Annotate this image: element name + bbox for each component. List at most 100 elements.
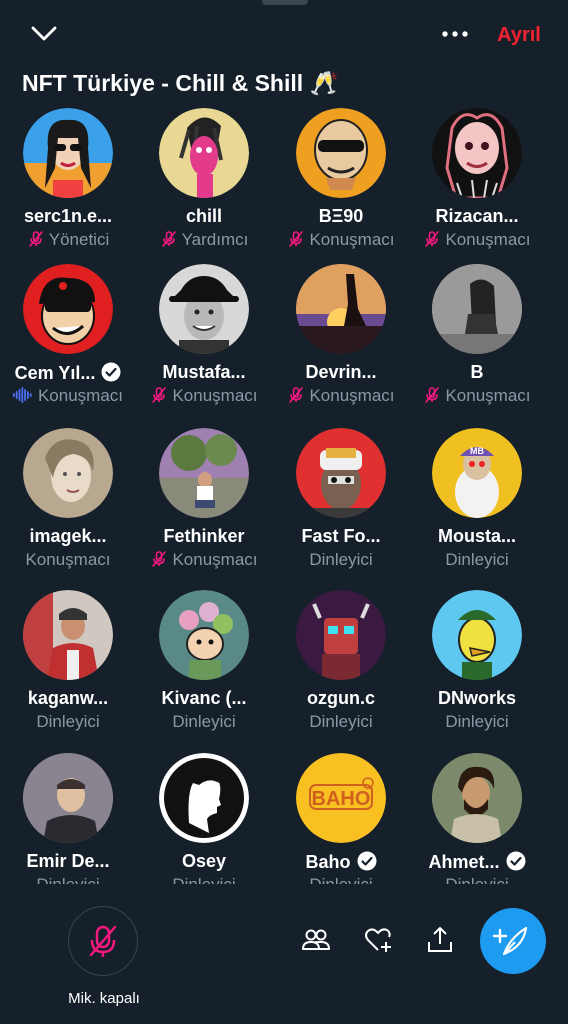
participant-avatar[interactable] bbox=[296, 590, 386, 680]
people-icon bbox=[302, 929, 330, 950]
mic-muted-icon bbox=[161, 231, 176, 247]
participant-card[interactable]: BΞ90 Konuşmacı bbox=[273, 108, 409, 268]
share-icon bbox=[428, 927, 452, 952]
participant-role: Dinleyici bbox=[409, 875, 545, 884]
participant-avatar[interactable] bbox=[159, 590, 249, 680]
participant-name: imagek... bbox=[0, 526, 136, 547]
mic-muted-icon bbox=[289, 387, 304, 403]
participant-role: Konuşmacı bbox=[273, 230, 409, 250]
participant-role-text: Konuşmacı bbox=[309, 230, 395, 249]
participant-role: Dinleyici bbox=[273, 712, 409, 732]
mic-status-label: Mik. kapalı bbox=[68, 990, 140, 1007]
verified-badge-icon bbox=[357, 851, 376, 871]
participant-name: B bbox=[409, 362, 545, 383]
mic-muted-icon bbox=[425, 387, 440, 403]
participant-name-text: BΞ90 bbox=[318, 206, 364, 226]
participant-avatar[interactable] bbox=[23, 264, 113, 354]
bottom-toolbar: Mik. kapalı bbox=[0, 884, 568, 1024]
participant-avatar[interactable] bbox=[296, 428, 386, 518]
share-button[interactable] bbox=[424, 924, 456, 956]
participant-role: Konuşmacı bbox=[136, 550, 272, 570]
participant-avatar[interactable] bbox=[159, 753, 249, 843]
participant-avatar[interactable] bbox=[23, 108, 113, 198]
participant-avatar[interactable] bbox=[296, 108, 386, 198]
participant-name-text: ozgun.c bbox=[307, 688, 375, 708]
space-title: NFT Türkiye - Chill & Shill 🥂 bbox=[22, 70, 339, 96]
participant-role: Konuşmacı bbox=[0, 550, 136, 570]
participant-avatar[interactable] bbox=[296, 264, 386, 354]
mic-muted-icon bbox=[28, 231, 43, 247]
participant-role-text: Konuşmacı bbox=[445, 230, 531, 249]
speaking-wave-icon bbox=[12, 387, 32, 403]
participant-role-text: Konuşmacı bbox=[309, 386, 395, 405]
participant-avatar[interactable] bbox=[23, 428, 113, 518]
participant-card[interactable]: imagek... Konuşmacı bbox=[0, 428, 136, 588]
participant-avatar[interactable]: MB bbox=[432, 428, 522, 518]
participant-role: Dinleyici bbox=[273, 875, 409, 884]
participant-name: Fast Fo... bbox=[273, 526, 409, 547]
participant-name: Emir De... bbox=[0, 851, 136, 872]
participant-name-text: Devrin... bbox=[305, 362, 377, 382]
participant-role: Konuşmacı bbox=[409, 386, 545, 406]
collapse-button[interactable] bbox=[28, 20, 60, 48]
participant-card[interactable]: Cem Yıl... Konuşmacı bbox=[0, 264, 136, 424]
participants-grid: serc1n.e... Yönetici chill Yardımcı BΞ90 Konu… bbox=[0, 0, 568, 884]
participant-card[interactable]: chill Yardımcı bbox=[136, 108, 272, 268]
participant-card[interactable]: Devrin... Konuşmacı bbox=[273, 264, 409, 424]
participant-card[interactable]: serc1n.e... Yönetici bbox=[0, 108, 136, 268]
participant-name: serc1n.e... bbox=[0, 206, 136, 227]
participant-avatar[interactable] bbox=[23, 753, 113, 843]
participant-avatar[interactable] bbox=[159, 428, 249, 518]
chevron-down-icon bbox=[31, 26, 57, 41]
compose-icon bbox=[492, 926, 528, 956]
participant-role: Yönetici bbox=[0, 230, 136, 250]
participant-avatar[interactable] bbox=[432, 753, 522, 843]
participant-card[interactable]: B Konuşmacı bbox=[409, 264, 545, 424]
participant-role: Dinleyici bbox=[409, 712, 545, 732]
participant-card[interactable]: BAHO Baho Dinleyici bbox=[273, 753, 409, 884]
mic-toggle-button[interactable] bbox=[68, 906, 138, 976]
participant-name-text: Mustafa... bbox=[162, 362, 246, 382]
compose-button[interactable] bbox=[480, 908, 546, 974]
participant-card[interactable]: ozgun.c Dinleyici bbox=[273, 590, 409, 750]
verified-badge-icon bbox=[506, 851, 525, 871]
participant-card[interactable]: kaganw... Dinleyici bbox=[0, 590, 136, 750]
participant-card[interactable]: Rizacan... Konuşmacı bbox=[409, 108, 545, 268]
participants-button[interactable] bbox=[300, 924, 332, 956]
participant-avatar[interactable] bbox=[432, 590, 522, 680]
participant-avatar[interactable] bbox=[159, 108, 249, 198]
participant-card[interactable]: Fethinker Konuşmacı bbox=[136, 428, 272, 588]
participant-card[interactable]: DNworks Dinleyici bbox=[409, 590, 545, 750]
participant-card[interactable]: Emir De... Dinleyici bbox=[0, 753, 136, 884]
participant-name: Baho bbox=[273, 851, 409, 873]
participant-role: Dinleyici bbox=[0, 875, 136, 884]
participant-card[interactable]: Kivanc (... Dinleyici bbox=[136, 590, 272, 750]
participant-name: kaganw... bbox=[0, 688, 136, 709]
mic-off-icon bbox=[89, 925, 117, 957]
mic-muted-icon bbox=[152, 387, 167, 403]
participant-name-text: Rizacan... bbox=[435, 206, 519, 226]
participant-card[interactable]: Mustafa... Konuşmacı bbox=[136, 264, 272, 424]
participant-name-text: Emir De... bbox=[26, 851, 110, 871]
participant-name: Rizacan... bbox=[409, 206, 545, 227]
participant-role-text: Yardımcı bbox=[181, 230, 249, 249]
leave-button[interactable]: Ayrıl bbox=[484, 20, 554, 50]
more-horizontal-icon bbox=[442, 31, 468, 37]
participant-avatar[interactable] bbox=[159, 264, 249, 354]
reaction-button[interactable] bbox=[362, 924, 394, 956]
participant-card[interactable]: MB Mousta... Dinleyici bbox=[409, 428, 545, 588]
participant-name: Mustafa... bbox=[136, 362, 272, 383]
participant-card[interactable]: Fast Fo... Dinleyici bbox=[273, 428, 409, 588]
participant-card[interactable]: Ahmet... Dinleyici bbox=[409, 753, 545, 884]
more-options-button[interactable] bbox=[440, 22, 470, 46]
participant-avatar[interactable] bbox=[432, 264, 522, 354]
participant-card[interactable]: Osey Dinleyici bbox=[136, 753, 272, 884]
participant-avatar[interactable] bbox=[432, 108, 522, 198]
participant-avatar[interactable]: BAHO bbox=[296, 753, 386, 843]
participant-avatar[interactable] bbox=[23, 590, 113, 680]
participant-role-text: Konuşmacı bbox=[172, 386, 258, 405]
participant-name-text: Fethinker bbox=[163, 526, 245, 546]
participant-name-text: DNworks bbox=[437, 688, 517, 708]
svg-text:MB: MB bbox=[470, 446, 484, 456]
participant-role-text: Dinleyici bbox=[309, 550, 373, 569]
